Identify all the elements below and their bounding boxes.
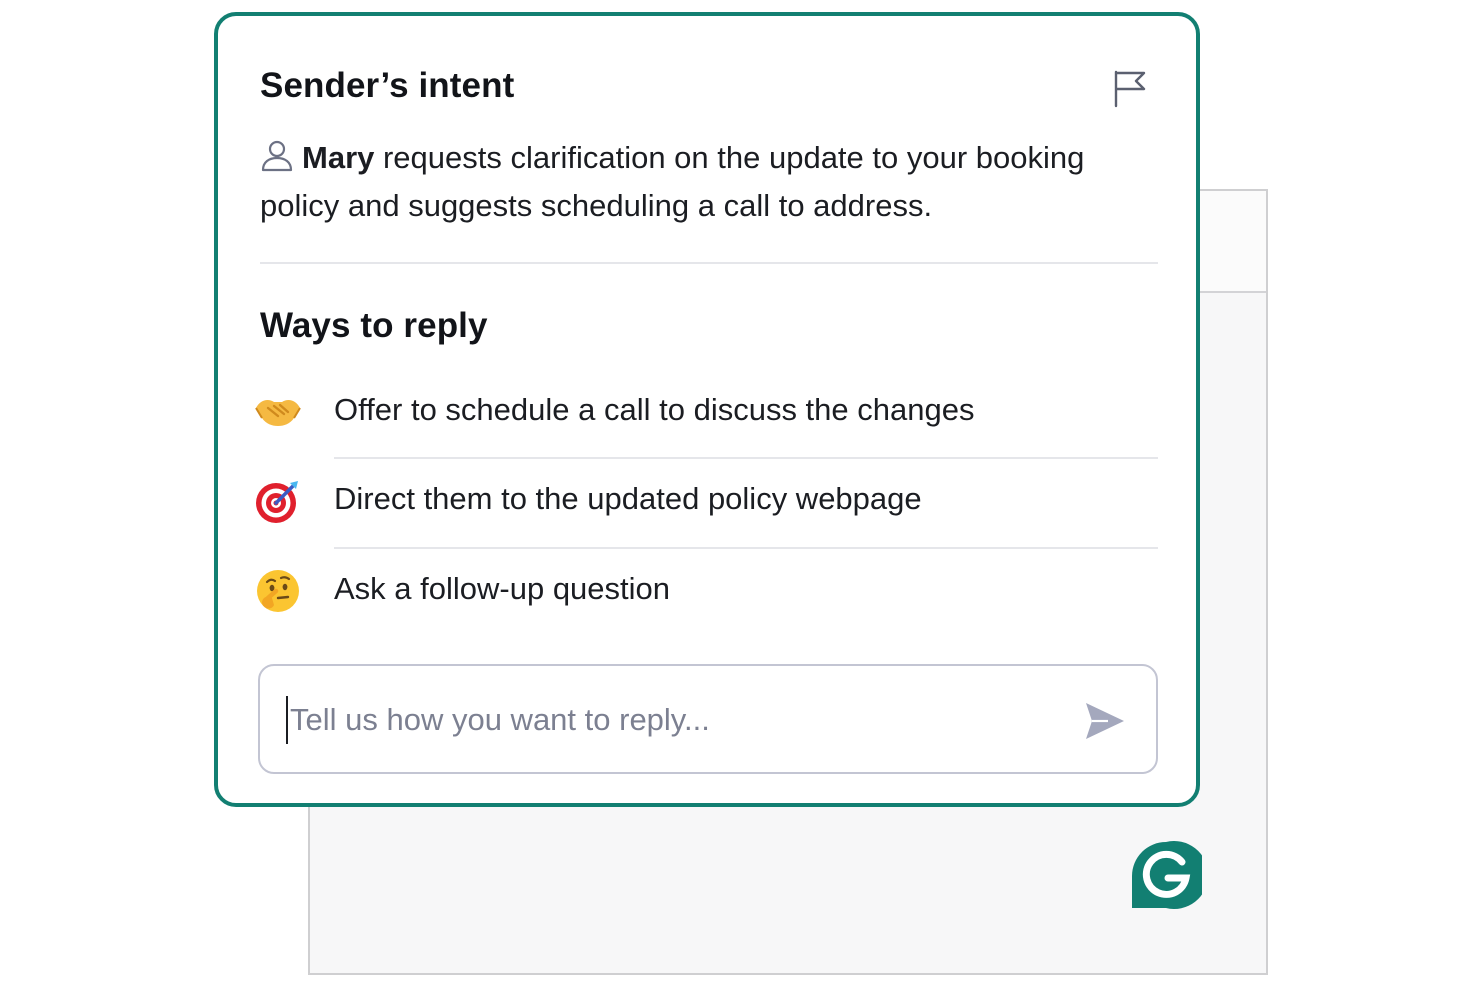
reply-option-follow-up[interactable]: Ask a follow-up question (254, 551, 1158, 631)
reply-composer (258, 664, 1158, 774)
reply-option-label: Direct them to the updated policy webpag… (334, 481, 922, 516)
intent-summary: Mary requests clarification on the updat… (260, 134, 1160, 230)
section-divider (260, 262, 1158, 264)
flag-icon[interactable] (1110, 68, 1150, 108)
thinking-face-icon (257, 570, 299, 612)
ways-to-reply-title: Ways to reply (260, 306, 488, 345)
send-icon[interactable] (1082, 698, 1128, 744)
sender-name: Mary (302, 140, 375, 175)
intent-summary-text: requests clarification on the update to … (260, 140, 1085, 223)
person-icon (261, 140, 293, 172)
reply-input[interactable] (286, 696, 1070, 744)
sender-intent-card: Sender’s intent Mary requests clarificat… (214, 12, 1200, 807)
reply-option-policy-webpage[interactable]: Direct them to the updated policy webpag… (254, 461, 1158, 541)
reply-option-label: Ask a follow-up question (334, 571, 671, 606)
reply-option-label: Offer to schedule a call to discuss the … (334, 392, 975, 427)
handshake-icon (255, 400, 301, 426)
target-icon (256, 481, 298, 523)
grammarly-logo-icon[interactable] (1130, 840, 1202, 910)
option-divider (334, 457, 1158, 459)
senders-intent-title: Sender’s intent (260, 66, 515, 105)
reply-option-schedule-call[interactable]: Offer to schedule a call to discuss the … (254, 372, 1158, 452)
stage: Sender’s intent Mary requests clarificat… (0, 0, 1480, 987)
option-divider (334, 547, 1158, 549)
